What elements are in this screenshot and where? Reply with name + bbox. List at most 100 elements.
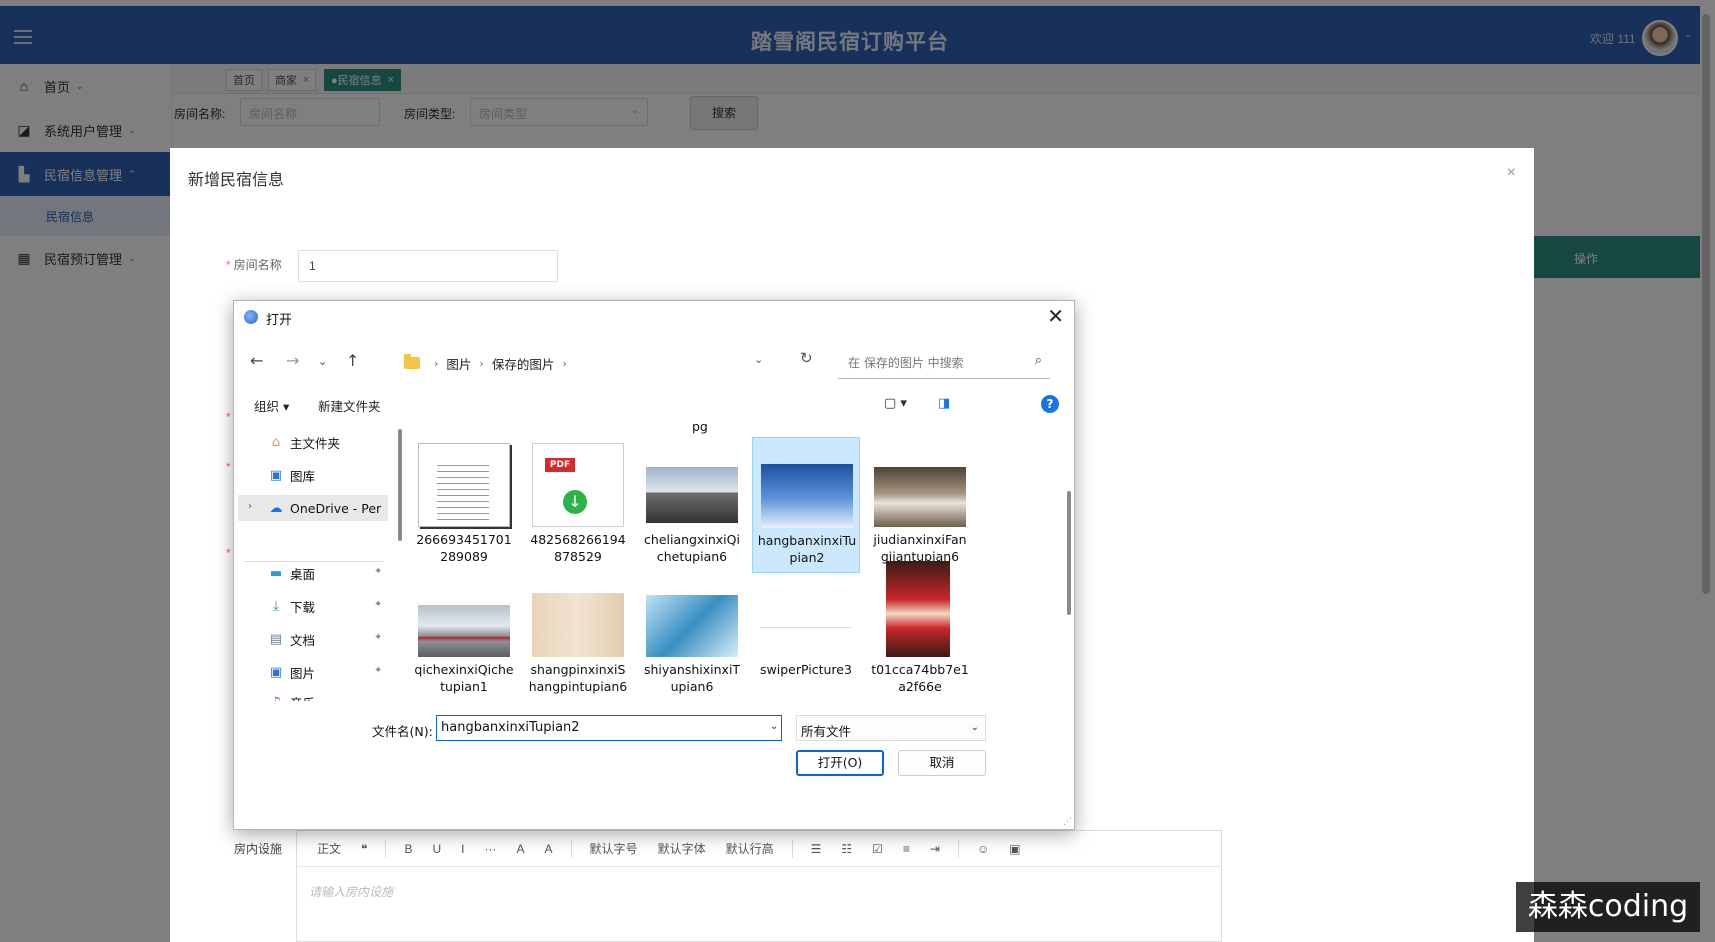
todo-icon[interactable]: ☑ [864, 842, 891, 856]
refresh-icon[interactable]: ↻ [800, 349, 813, 367]
back-arrow-icon[interactable]: ← [250, 351, 263, 370]
image-icon[interactable]: ▣ [1001, 842, 1028, 856]
nav-item-downloads[interactable]: ⤓ 下载 [268, 593, 315, 619]
breadcrumb-item[interactable]: 图片 [446, 354, 471, 373]
dialog-navbar: ← → ⌄ ↑ › 图片 › 保存的图片 › ⌄ ↻ 在 保存的图片 中搜索 ⌕ [234, 343, 1074, 383]
italic-button[interactable]: I [453, 842, 472, 856]
chevron-right-icon[interactable]: › [562, 357, 566, 370]
nav-item-pictures[interactable]: ▣ 图片 [268, 659, 315, 685]
download-icon: ⤓ [273, 598, 279, 614]
nav-label: 图库 [290, 468, 316, 484]
align-icon[interactable]: ≡ [895, 842, 918, 856]
room-name-field[interactable]: 1 [298, 250, 558, 282]
chevron-down-icon[interactable]: ⌄ [770, 721, 778, 732]
up-arrow-icon[interactable]: ↑ [346, 351, 359, 370]
view-mode-icon[interactable]: ▢ ▾ [884, 396, 907, 411]
filetype-select[interactable]: 所有文件 ⌄ [796, 715, 986, 741]
browser-icon [244, 310, 258, 324]
font-family-select[interactable]: 默认字体 [650, 840, 714, 857]
font-size-select[interactable]: 默认字号 [582, 840, 646, 857]
recent-chevron-icon[interactable]: ⌄ [318, 355, 327, 368]
dialog-titlebar[interactable]: 打开 ✕ [234, 301, 1074, 333]
file-item[interactable]: 266693451701289089 [410, 437, 518, 573]
nav-pane-scrollbar[interactable] [398, 429, 402, 541]
required-mark: * [226, 258, 231, 272]
pin-icon: ✦ [374, 599, 383, 610]
file-name: 482568266194878529 [530, 532, 626, 564]
file-item[interactable]: t01cca74bb7e1a2f66e [866, 561, 974, 701]
search-placeholder: 在 保存的图片 中搜索 [848, 356, 964, 370]
file-name: qichexinxiQichetupian1 [414, 662, 514, 694]
nav-label: 主文件夹 [290, 435, 341, 451]
breadcrumb-item[interactable]: 保存的图片 [492, 354, 555, 373]
indent-icon[interactable]: ⇥ [922, 842, 948, 856]
file-item[interactable]: swiperPicture3 [752, 579, 860, 701]
chevron-down-icon[interactable]: ⌄ [754, 353, 763, 366]
open-button[interactable]: 打开(O) [796, 750, 884, 776]
help-icon[interactable]: ? [1041, 395, 1059, 413]
command-bar: 组织 ▾ 新建文件夹 ▢ ▾ ◨ ? [234, 387, 1074, 421]
filename-label: 文件名(N): [372, 724, 433, 739]
image-thumbnail [874, 467, 966, 527]
nav-item-home[interactable]: ⌂ 主文件夹 [268, 429, 340, 455]
nav-item-gallery[interactable]: ▣ 图库 [268, 462, 315, 488]
nav-item-documents[interactable]: ▤ 文档 [268, 626, 315, 652]
room-name-label-text: 房间名称 [233, 258, 282, 272]
chevron-right-icon: › [479, 356, 484, 370]
file-item[interactable]: jiudianxinxiFangjiantupian6 [866, 437, 974, 573]
quote-button[interactable]: ❝ [353, 842, 375, 856]
pictures-icon: ▣ [269, 664, 283, 680]
bullet-list-icon[interactable]: ☰ [803, 842, 830, 856]
paragraph-button[interactable]: 正文 [309, 840, 349, 857]
modal-title: 新增民宿信息 [188, 172, 285, 189]
more-button[interactable]: ··· [477, 842, 505, 856]
folder-search-input[interactable]: 在 保存的图片 中搜索 ⌕ [838, 345, 1050, 379]
chevron-right-icon[interactable]: › [248, 501, 252, 512]
image-thumbnail [646, 595, 738, 657]
filename-input[interactable]: hangbanxinxiTupian2 [436, 715, 782, 741]
music-icon: ♫ [268, 694, 284, 702]
partial-file-name: pg [692, 421, 708, 434]
rich-text-editor[interactable]: 正文 ❝ B U I ··· A A 默认字号 默认字体 默认行高 ☰ ☷ ☑ … [296, 830, 1222, 942]
divider [957, 839, 959, 858]
numbered-list-icon[interactable]: ☷ [833, 842, 860, 856]
watermark: 森森coding [1516, 882, 1700, 932]
close-icon[interactable]: ✕ [1047, 305, 1064, 327]
preview-pane-icon[interactable]: ◨ [938, 396, 950, 411]
file-name: jiudianxinxiFangjiantupian6 [873, 532, 967, 564]
bold-button[interactable]: B [396, 842, 420, 856]
filetype-value: 所有文件 [801, 724, 852, 739]
file-name: hangbanxinxiTupian2 [757, 533, 857, 565]
font-color-button[interactable]: A [509, 842, 533, 856]
underline-button[interactable]: U [425, 842, 450, 856]
file-item[interactable]: cheliangxinxiQichetupian6 [638, 437, 746, 573]
room-name-field-label: * 房间名称 [226, 256, 282, 273]
divider [570, 839, 572, 858]
file-list-scrollbar[interactable] [1067, 491, 1071, 615]
file-item[interactable]: shangpinxinxiShangpintupian6 [524, 579, 632, 701]
new-folder-button[interactable]: 新建文件夹 [318, 396, 381, 415]
nav-item-music[interactable]: ♫ 音乐 [268, 689, 315, 702]
nav-item-desktop[interactable]: ▬ 桌面 [268, 560, 315, 586]
bg-color-button[interactable]: A [537, 842, 561, 856]
nav-label: OneDrive - Per [290, 500, 382, 516]
forward-arrow-icon[interactable]: → [286, 351, 299, 370]
image-thumbnail [532, 593, 624, 657]
line-height-select[interactable]: 默认行高 [718, 840, 782, 857]
nav-item-onedrive[interactable]: › ☁ OneDrive - Per [238, 495, 388, 521]
file-name: swiperPicture3 [760, 662, 852, 677]
file-open-dialog: 打开 ✕ ← → ⌄ ↑ › 图片 › 保存的图片 › ⌄ ↻ 在 保存的图片 … [233, 300, 1075, 830]
file-item[interactable]: shiyanshixinxiTupian6 [638, 579, 746, 701]
resize-grip-icon[interactable]: ⋰ [1063, 817, 1072, 827]
document-icon: ▤ [269, 631, 283, 647]
file-item-selected[interactable]: hangbanxinxiTupian2 [752, 437, 860, 573]
image-thumbnail [760, 627, 852, 657]
dialog-title: 打开 [266, 313, 293, 328]
file-item[interactable]: qichexinxiQichetupian1 [410, 579, 518, 701]
emoji-icon[interactable]: ☺ [969, 842, 997, 856]
close-icon[interactable]: × [1507, 164, 1516, 182]
required-mark: * [226, 546, 231, 560]
cancel-button[interactable]: 取消 [898, 750, 986, 776]
organize-button[interactable]: 组织 ▾ [254, 396, 289, 415]
file-item[interactable]: PDF ↓ 482568266194878529 [524, 437, 632, 573]
